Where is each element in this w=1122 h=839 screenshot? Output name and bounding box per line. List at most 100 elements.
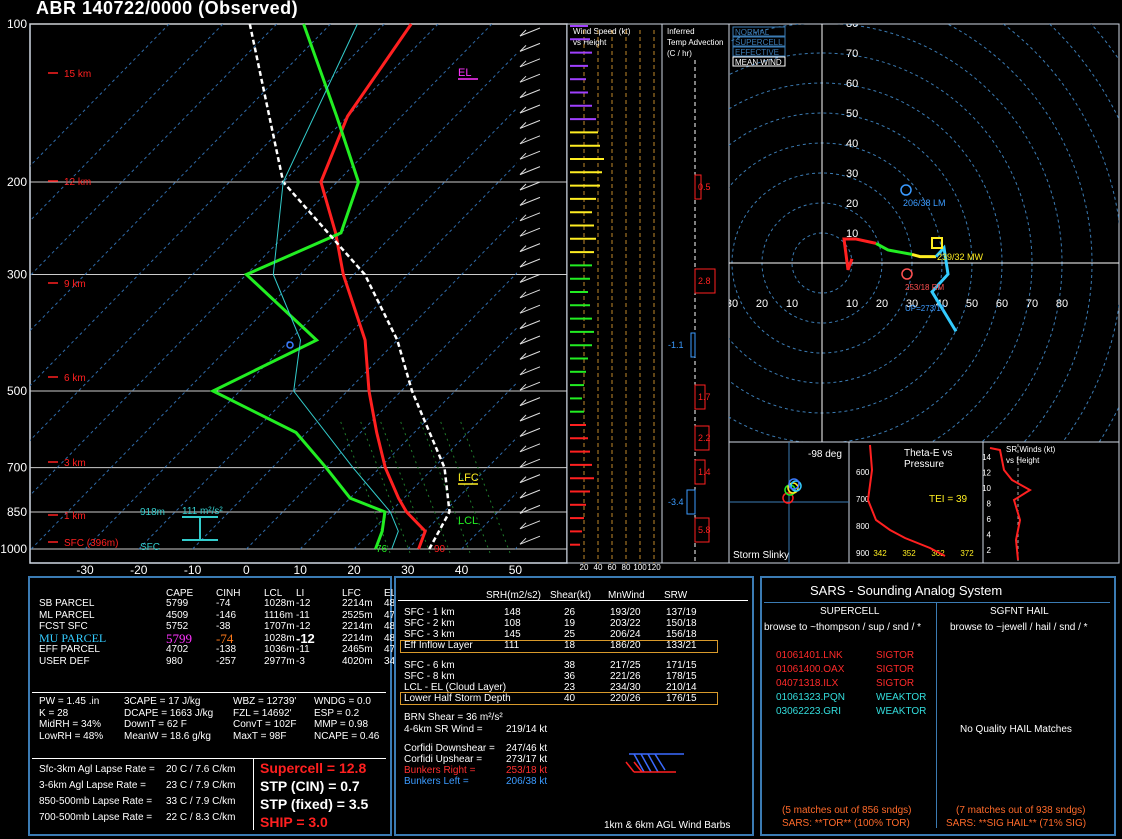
no-hail-matches: No Quality HAIL Matches	[960, 724, 1072, 735]
wind-barbs-label: 1km & 6km AGL Wind Barbs	[604, 820, 731, 831]
kin-row-name: SFC - 8 km	[404, 671, 455, 682]
temperature-tick-label: -30	[76, 563, 94, 574]
hodograph-legend-item: NORMAL	[735, 28, 770, 37]
hodograph-legend-item: MEAN WIND	[735, 58, 782, 67]
parcel-cell: -74	[216, 630, 234, 646]
kin-mnwind: 193/20	[610, 607, 641, 618]
parcel-row-name: SB PARCEL	[39, 598, 95, 609]
height-label: 1 km	[64, 511, 86, 522]
index-cell: NCAPE = 0.46	[314, 730, 380, 742]
hodograph-axis-label: 60	[996, 298, 1008, 310]
pressure-918m-label: 918m	[140, 507, 165, 518]
parcel-panel: CAPE CINH LCL LI LFC EL SB PARCEL 5799 -74 1028m -…	[28, 574, 414, 836]
parcel-cell: 2525m	[342, 609, 373, 621]
index-cell: LowRH = 48%	[39, 730, 104, 742]
parcel-cell: 5799	[166, 630, 192, 646]
hodograph-ring-label: 70	[846, 48, 858, 60]
pressure-tick-label: 700	[7, 461, 27, 475]
sr-winds-height-tick: 12	[982, 469, 991, 478]
parcel-cell: -12	[296, 630, 315, 646]
temp-adv-value: -3.4	[668, 497, 684, 507]
parcel-cell: 980	[166, 656, 183, 667]
storm-slinky-deg: -98 deg	[808, 449, 842, 460]
hodograph-ring-label: 60	[846, 78, 858, 90]
height-label: 3 km	[64, 458, 86, 469]
sars-match-id: 01061400.OAX	[776, 664, 845, 675]
kin-motion-label: 4-6km SR Wind =	[404, 724, 483, 735]
temp-adv-title-3: (C / hr)	[667, 49, 692, 58]
height-label: 12 km	[64, 177, 91, 188]
temp-adv-value: 0.5	[698, 182, 711, 192]
sr-winds-title-1: SR Winds (kt)	[1006, 445, 1056, 454]
upshear-label: UP=273/17	[905, 304, 946, 313]
hodograph-ring-label: 50	[846, 108, 858, 120]
index-cell: MMP = 0.98	[314, 719, 369, 731]
parcel-row-name: MU PARCEL	[39, 630, 107, 645]
hodograph-legend-item: EFFECTIVE	[735, 48, 779, 57]
parcel-cell: 2214m	[342, 621, 373, 633]
pressure-tick-label: 300	[7, 267, 27, 281]
wind-barbs-1km-6km	[625, 753, 684, 773]
wind-speed-tick: 20	[580, 563, 589, 572]
kin-shear: 26	[564, 607, 576, 618]
kin-shear: 25	[564, 629, 576, 640]
lcl-label: LCL	[458, 515, 478, 527]
lower-half-highlight	[400, 692, 718, 705]
kin-motion-label: Bunkers Left =	[404, 776, 469, 787]
parcel-row-name: USER DEF	[39, 656, 90, 667]
kin-srw: 150/18	[666, 618, 697, 629]
sr-winds-height-tick: 2	[987, 546, 992, 555]
kin-row-name: SFC - 3 km	[404, 629, 455, 640]
kin-mnwind: 203/22	[610, 618, 641, 629]
index-cell: FZL = 14692'	[233, 707, 292, 719]
kin-divider	[398, 600, 748, 601]
sars-match-type: SIGTOR	[876, 650, 915, 661]
height-label: 9 km	[64, 279, 86, 290]
sars-vdivider	[936, 602, 937, 828]
hodograph-axis-label: 80	[1056, 298, 1068, 310]
temp-adv-title-1: Inferred	[667, 27, 695, 36]
kin-motion-value: 253/18 kt	[506, 765, 548, 776]
index-cell: 3CAPE = 17 J/kg	[124, 696, 201, 707]
parcel-cell: -146	[216, 609, 237, 621]
kin-srw: 171/15	[666, 660, 697, 671]
temp-adv-value: 1.7	[698, 392, 711, 402]
temperature-tick-label: 40	[455, 563, 469, 574]
wind-speed-tick: 40	[594, 563, 603, 572]
index-cell: ESP = 0.2	[314, 707, 360, 719]
parcel-cell: -74	[216, 598, 231, 609]
temperature-tick-label: 50	[509, 563, 523, 574]
hodograph-ring-label: 40	[846, 138, 858, 150]
parcel-cell: 2977m	[264, 656, 295, 667]
temperature-tick-label: 30	[401, 563, 415, 574]
parcel-cell: 1036m	[264, 644, 295, 656]
pressure-tick-label: 200	[7, 175, 27, 189]
temperature-tick-label: 0	[243, 563, 250, 574]
index-cell: DownT = 62 F	[124, 719, 187, 731]
temp-adv-title-2: Temp Advection	[667, 38, 723, 47]
kin-motion-value: 219/14 kt	[506, 724, 548, 735]
temperature-tick-label: 10	[294, 563, 308, 574]
supercell-summary: SARS: **TOR** (100% TOR)	[782, 818, 910, 829]
kin-srh: 148	[504, 607, 521, 618]
parcel-cell: 5799	[166, 598, 189, 609]
temp-adv-value: 5.8	[698, 525, 711, 535]
kinematics-panel: SRH(m2/s2) Shear(kt) MnWind SRW SFC - 1 km 14…	[394, 574, 756, 836]
hodograph-axis-label: 20	[756, 298, 768, 310]
parcel-cell: 4702	[166, 644, 189, 656]
wind-speed-tick: 120	[647, 563, 661, 572]
sars-match-type: SIGTOR	[876, 664, 915, 675]
pressure-tick-label: 500	[7, 384, 27, 398]
sars-match-type: SIGTOR	[876, 678, 915, 689]
hail-browse: browse to ~jewell / hail / snd / *	[950, 622, 1088, 633]
kin-motion-value: 247/46 kt	[506, 743, 548, 754]
kin-srw: 137/19	[666, 607, 697, 618]
bunkers-left-label: 206/38 LM	[903, 198, 946, 208]
wind-speed-tick: 60	[608, 563, 617, 572]
skewt-frame	[29, 23, 568, 564]
sars-match-id: 01061401.LNK	[776, 650, 843, 661]
lapse-label: 3-6km Agl Lapse Rate =	[39, 780, 147, 791]
hail-header: SGFNT HAIL	[990, 606, 1049, 617]
kin-row-name: SFC - 1 km	[404, 607, 455, 618]
supercell-header: SUPERCELL	[820, 606, 880, 617]
